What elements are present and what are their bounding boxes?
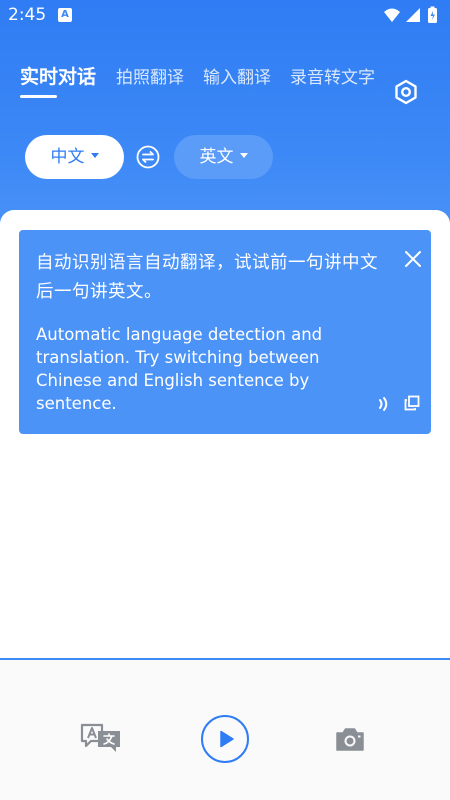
swap-languages-button[interactable]: [136, 145, 160, 169]
target-language-selector[interactable]: 英文: [174, 135, 273, 179]
status-bar: 2:45 A: [0, 0, 450, 30]
copy-button[interactable]: [404, 395, 420, 411]
tab-indicator: [20, 95, 57, 98]
signal-icon: [406, 8, 420, 22]
wifi-icon: [384, 8, 400, 22]
tab-recording-to-text[interactable]: 录音转文字: [290, 63, 375, 88]
status-icons: [382, 6, 442, 30]
status-time: 2:45: [8, 5, 47, 25]
source-text: 自动识别语言自动翻译，试试前一句讲中文后一句讲英文。: [36, 253, 378, 302]
swap-icon: [136, 145, 160, 169]
hexagon-settings-icon: [395, 79, 417, 105]
chevron-down-icon: [239, 153, 248, 158]
tab-input-translate[interactable]: 输入翻译: [203, 63, 271, 88]
close-icon: [405, 251, 421, 267]
copy-icon: [404, 395, 420, 411]
source-language-label: 中文: [50, 147, 85, 167]
camera-icon: [336, 728, 364, 751]
start-conversation-button[interactable]: [201, 715, 249, 763]
play-icon: [220, 730, 234, 748]
translate-icon: [80, 723, 120, 752]
speaker-waves-icon: [379, 397, 388, 411]
header: [0, 0, 450, 230]
translation-card: 自动识别语言自动翻译，试试前一句讲中文后一句讲英文。 Automatic lan…: [19, 230, 431, 434]
camera-button[interactable]: [335, 726, 365, 752]
translate-button[interactable]: [80, 722, 122, 754]
settings-button[interactable]: [392, 78, 420, 106]
tab-realtime-dialog[interactable]: 实时对话: [20, 62, 96, 89]
target-language-label: 英文: [199, 147, 234, 167]
notification-icon: A: [58, 8, 72, 22]
source-language-selector[interactable]: 中文: [25, 135, 124, 179]
close-button[interactable]: [404, 250, 422, 268]
speak-button[interactable]: [377, 396, 391, 412]
chevron-down-icon: [90, 153, 99, 158]
tab-photo-translate[interactable]: 拍照翻译: [116, 63, 184, 88]
translated-text: Automatic language detection and transla…: [36, 325, 323, 413]
